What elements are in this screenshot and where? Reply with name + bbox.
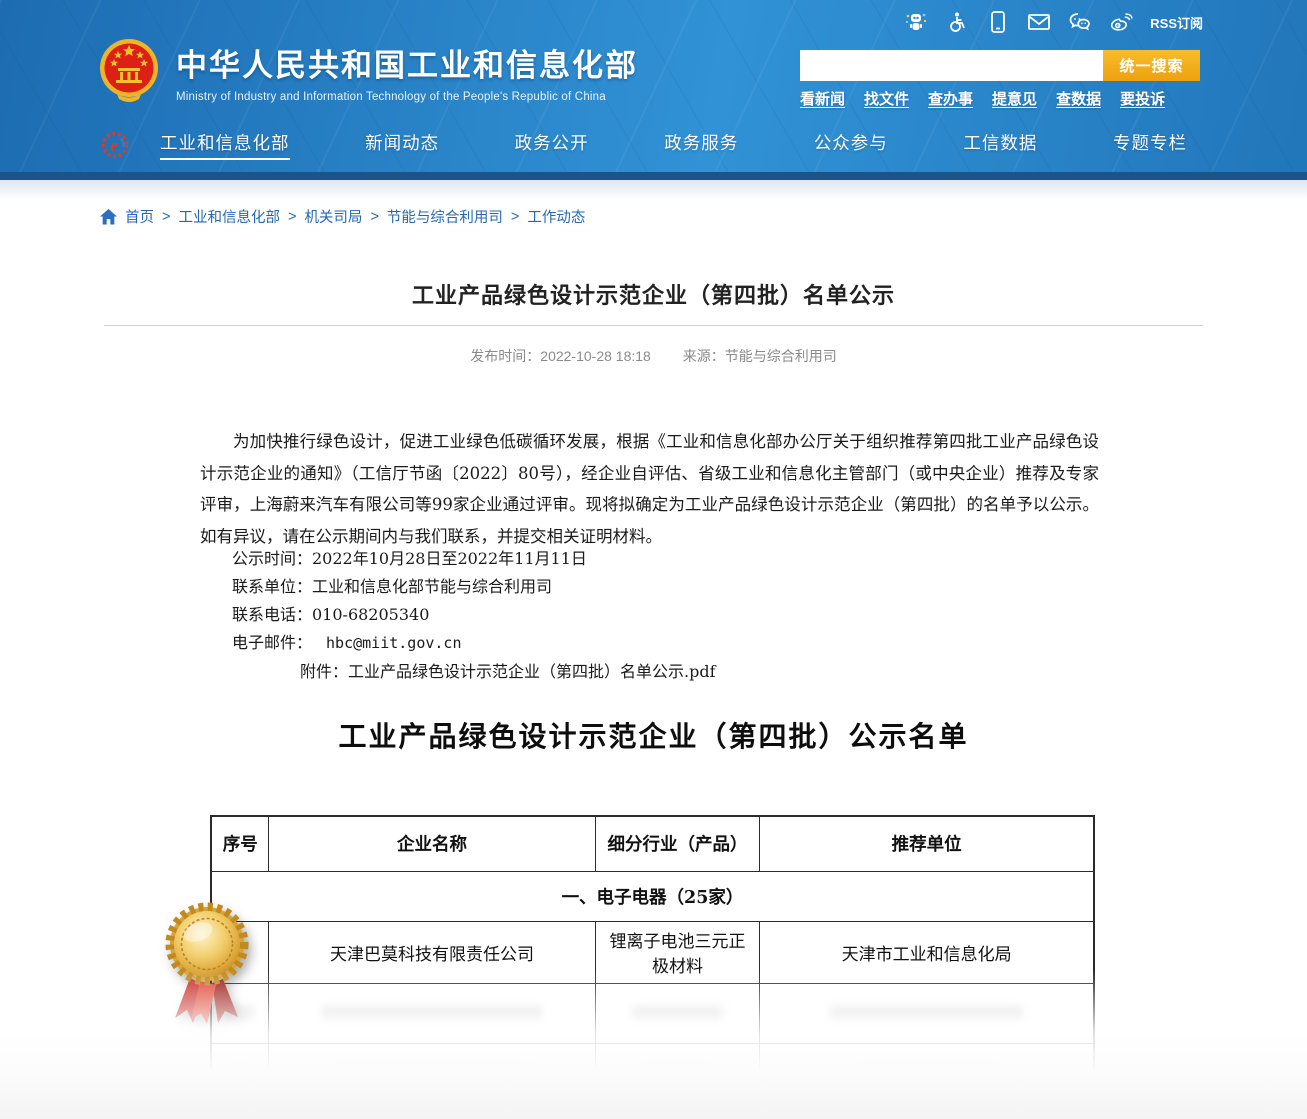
col-header-industry: 细分行业（产品） xyxy=(595,816,760,871)
attachment-label: 附件： xyxy=(300,662,348,681)
table-header-row: 序号 企业名称 细分行业（产品） 推荐单位 xyxy=(211,816,1094,871)
attachment-pdf-link[interactable]: 工业产品绿色设计示范企业（第四批）名单公示.pdf xyxy=(348,662,716,681)
title-divider xyxy=(104,325,1203,326)
nav-items: 工业和信息化部 新闻动态 政务公开 政务服务 公众参与 工信数据 专题专栏 xyxy=(160,130,1207,160)
contact-phone: 联系电话：010-68205340 xyxy=(232,601,587,629)
breadcrumb-miit[interactable]: 工业和信息化部 xyxy=(178,206,280,227)
nav-item-data[interactable]: 工信数据 xyxy=(963,130,1037,160)
miit-e-logo-icon: e xyxy=(100,130,130,160)
table-section-row: 一、电子电器（25家） xyxy=(211,871,1094,921)
blurred-text-placeholder xyxy=(863,1066,991,1080)
article-info-lines: 公示时间：2022年10月28日至2022年11月11日 联系单位：工业和信息化… xyxy=(232,545,587,657)
contact-unit: 联系单位：工业和信息化部节能与综合利用司 xyxy=(232,573,587,601)
brand-text: 中华人民共和国工业和信息化部 Ministry of Industry and … xyxy=(176,40,638,103)
wechat-icon[interactable] xyxy=(1068,10,1092,34)
blurred-text-placeholder xyxy=(338,1066,526,1080)
attachment-line: 附件：工业产品绿色设计示范企业（第四批）名单公示.pdf xyxy=(300,658,716,682)
table-row-blurred xyxy=(211,983,1094,1043)
blurred-text-placeholder xyxy=(322,1006,541,1020)
blurred-text-placeholder xyxy=(234,1066,247,1080)
table-row-blurred xyxy=(211,1043,1094,1103)
table-row: 1 天津巴莫科技有限责任公司 锂离子电池三元正极材料 天津市工业和信息化局 xyxy=(211,921,1094,983)
breadcrumb-home[interactable]: 首页 xyxy=(125,206,154,227)
public-notice-period: 公示时间：2022年10月28日至2022年11月11日 xyxy=(232,545,587,573)
breadcrumb: 首页 > 工业和信息化部 > 机关司局 > 节能与综合利用司 > 工作动态 xyxy=(100,206,585,227)
topbar-icon-row: RSS订阅 xyxy=(904,8,1203,36)
blurred-text-placeholder xyxy=(647,1066,708,1080)
breadcrumb-separator: > xyxy=(511,209,519,225)
section-label: 一、电子电器（25家） xyxy=(211,871,1094,921)
breadcrumb-separator: > xyxy=(162,209,170,225)
quick-link-complaint[interactable]: 要投诉 xyxy=(1120,88,1165,109)
mail-icon[interactable] xyxy=(1027,10,1051,34)
enterprise-table: 序号 企业名称 细分行业（产品） 推荐单位 一、电子电器（25家） 1 天津巴莫… xyxy=(210,815,1095,1104)
col-header-no: 序号 xyxy=(211,816,269,871)
nav-item-participation[interactable]: 公众参与 xyxy=(814,130,888,160)
site-subtitle: Ministry of Industry and Information Tec… xyxy=(176,91,638,103)
site-header: RSS订阅 中华人民共和国工 xyxy=(0,0,1307,180)
accessibility-icon[interactable] xyxy=(945,10,969,34)
breadcrumb-bureaus[interactable]: 机关司局 xyxy=(304,206,362,227)
main-nav: e 工业和信息化部 新闻动态 政务公开 政务服务 公众参与 工信数据 专题专栏 xyxy=(100,128,1207,162)
email-label: 电子邮件： xyxy=(232,633,312,652)
publish-time: 发布时间：2022-10-28 18:18 xyxy=(470,348,651,364)
site-title: 中华人民共和国工业和信息化部 xyxy=(176,40,638,85)
article-paragraph: 为加快推行绿色设计，促进工业绿色低碳循环发展，根据《工业和信息化部办公厅关于组织… xyxy=(200,426,1099,552)
page: RSS订阅 中华人民共和国工 xyxy=(0,0,1307,1119)
blurred-text-placeholder xyxy=(830,1006,1022,1020)
nav-item-gov-service[interactable]: 政务服务 xyxy=(664,130,738,160)
breadcrumb-separator: > xyxy=(288,209,296,225)
nav-item-miit[interactable]: 工业和信息化部 xyxy=(160,130,290,160)
article-source: 来源：节能与综合利用司 xyxy=(683,348,837,364)
gold-medal-icon xyxy=(160,894,254,1028)
rss-subscribe-link[interactable]: RSS订阅 xyxy=(1150,13,1203,32)
article-meta: 发布时间：2022-10-28 18:18 来源：节能与综合利用司 xyxy=(0,346,1307,366)
quick-link-files[interactable]: 找文件 xyxy=(864,88,909,109)
national-emblem-icon xyxy=(98,38,160,104)
email-value: hbc@miit.gov.cn xyxy=(326,634,461,652)
brand-logo-link[interactable]: 中华人民共和国工业和信息化部 Ministry of Industry and … xyxy=(98,38,638,104)
weibo-icon[interactable] xyxy=(1109,10,1133,34)
breadcrumb-separator: > xyxy=(370,209,378,225)
nav-item-gov-open[interactable]: 政务公开 xyxy=(515,130,589,160)
blurred-text-placeholder xyxy=(632,1006,723,1020)
quick-links-row: 看新闻 找文件 查办事 提意见 查数据 要投诉 xyxy=(800,88,1165,109)
quick-link-services[interactable]: 查办事 xyxy=(928,88,973,109)
cell-industry: 锂离子电池三元正极材料 xyxy=(595,921,760,983)
home-icon[interactable] xyxy=(100,209,117,225)
nav-item-special[interactable]: 专题专栏 xyxy=(1113,130,1187,160)
breadcrumb-work-updates[interactable]: 工作动态 xyxy=(527,206,585,227)
unified-search-button[interactable]: 统一搜索 xyxy=(1103,50,1200,81)
contact-email-line: 电子邮件： hbc@miit.gov.cn xyxy=(232,629,587,657)
page-content: 首页 > 工业和信息化部 > 机关司局 > 节能与综合利用司 > 工作动态 工业… xyxy=(0,188,1307,1119)
cell-company: 天津巴莫科技有限责任公司 xyxy=(269,921,595,983)
search-box: 统一搜索 xyxy=(800,50,1200,81)
cell-recommender: 天津市工业和信息化局 xyxy=(760,921,1094,983)
quick-link-feedback[interactable]: 提意见 xyxy=(992,88,1037,109)
col-header-recommender: 推荐单位 xyxy=(760,816,1094,871)
robot-mascot-icon[interactable] xyxy=(904,10,928,34)
search-input[interactable] xyxy=(800,50,1103,81)
breadcrumb-energy-dept[interactable]: 节能与综合利用司 xyxy=(387,206,503,227)
quick-link-news[interactable]: 看新闻 xyxy=(800,88,845,109)
article-title: 工业产品绿色设计示范企业（第四批）名单公示 xyxy=(0,278,1307,310)
nav-item-news[interactable]: 新闻动态 xyxy=(365,130,439,160)
quick-link-data[interactable]: 查数据 xyxy=(1056,88,1101,109)
doc-list-title: 工业产品绿色设计示范企业（第四批）公示名单 xyxy=(0,715,1307,755)
col-header-company: 企业名称 xyxy=(269,816,595,871)
mobile-icon[interactable] xyxy=(986,10,1010,34)
svg-text:e: e xyxy=(110,136,118,155)
